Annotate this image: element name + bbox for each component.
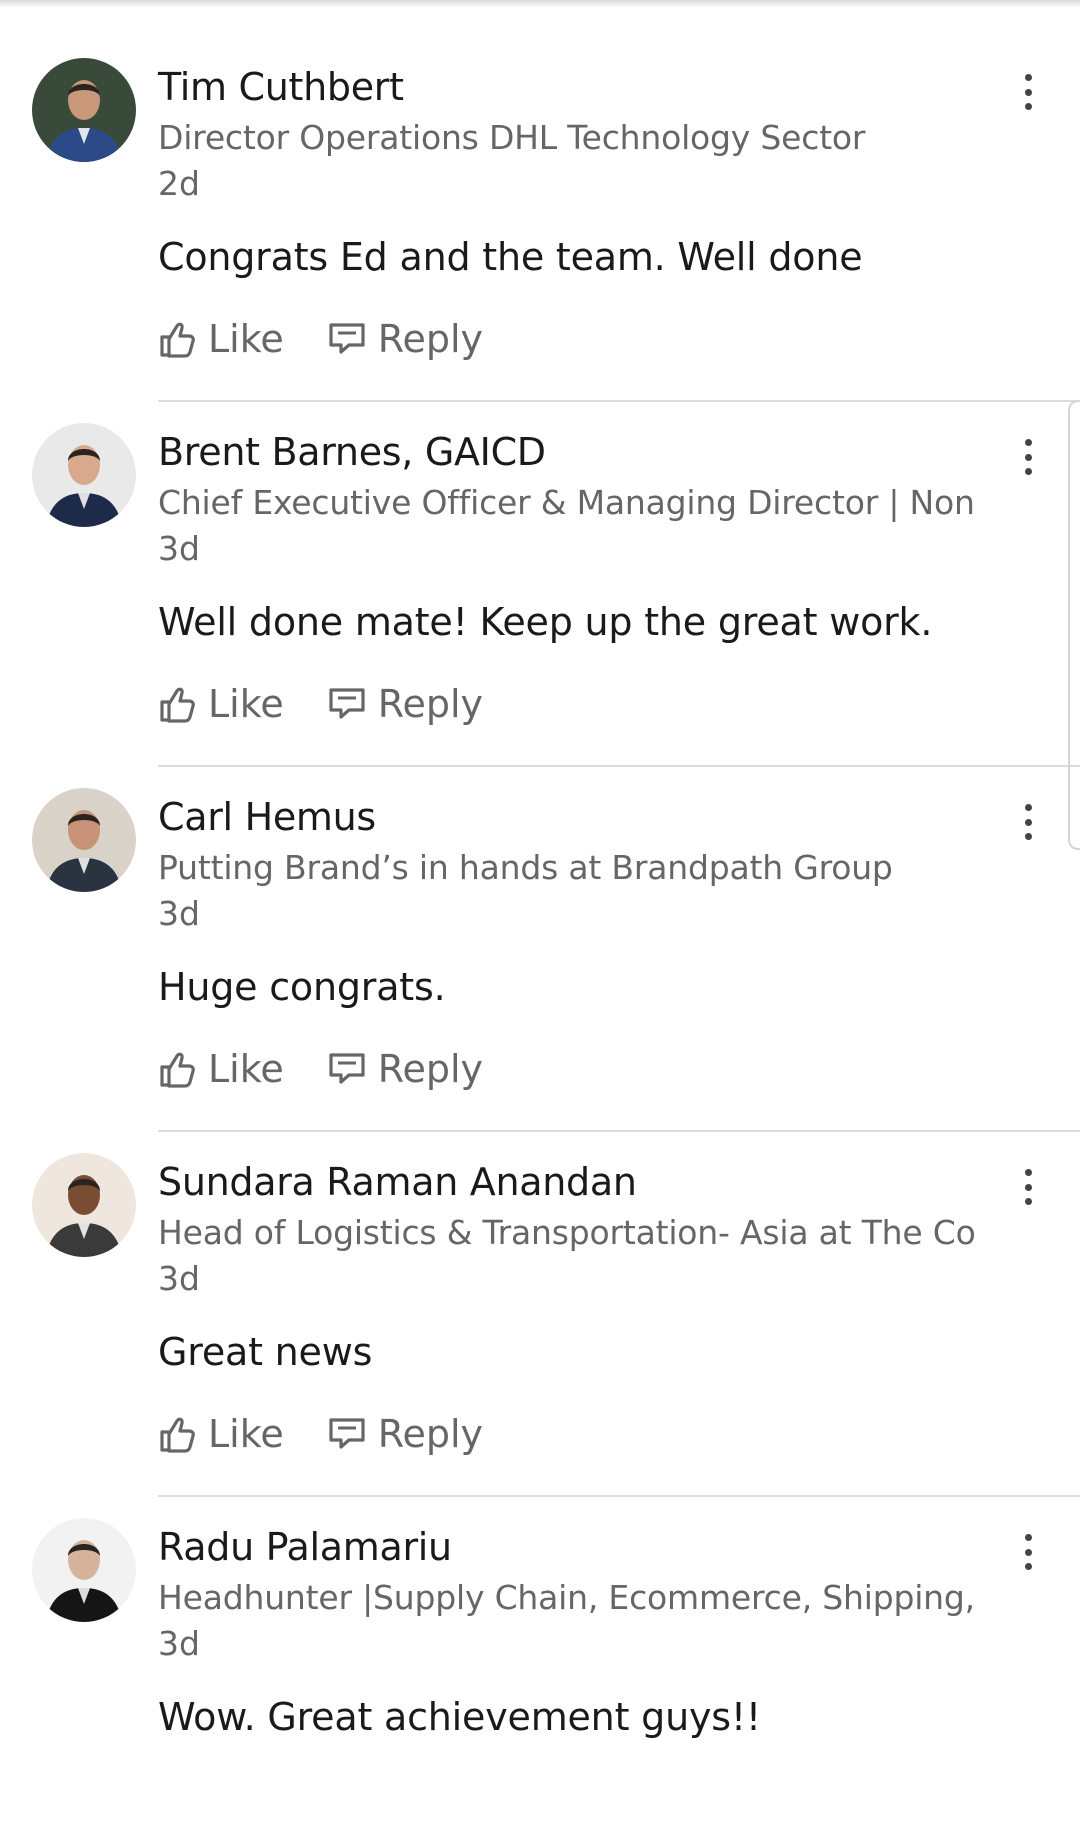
comment-item: Radu Palamariu Headhunter |Supply Chain,… [0,1460,1080,1825]
like-button[interactable]: Like [158,1412,284,1456]
more-options-button[interactable] [1010,800,1046,844]
more-options-button[interactable] [1010,435,1046,479]
comment-text: Great news [158,1330,373,1374]
commenter-headline: Chief Executive Officer & Managing Direc… [158,483,978,522]
reply-label: Reply [377,682,484,726]
avatar[interactable] [32,1153,136,1257]
like-button[interactable]: Like [158,317,284,361]
avatar-image [32,423,136,527]
comment-item: Carl Hemus Putting Brand’s in hands at B… [0,730,1080,1132]
reply-button[interactable]: Reply [328,682,483,726]
comment-item: Sundara Raman Anandan Head of Logistics … [0,1095,1080,1497]
reply-label: Reply [377,317,484,361]
more-options-button[interactable] [1010,70,1046,114]
comment-timestamp: 3d [158,894,200,933]
comment-item: Brent Barnes, GAICD Chief Executive Offi… [0,365,1080,767]
thumbs-up-icon [160,322,195,358]
reply-button[interactable]: Reply [328,317,483,361]
reply-label: Reply [377,1412,484,1456]
avatar-image [32,58,136,162]
comment-text: Huge congrats. [158,965,446,1009]
reply-label: Reply [377,1047,484,1091]
like-label: Like [208,317,284,361]
avatar[interactable] [32,1518,136,1622]
thumbs-up-icon [160,1052,195,1088]
comment-item: Tim Cuthbert Director Operations DHL Tec… [0,0,1080,402]
commenter-name[interactable]: Brent Barnes, GAICD [158,430,546,474]
more-vertical-icon [1024,804,1032,811]
avatar-image [32,788,136,892]
more-vertical-icon [1024,74,1032,81]
comment-timestamp: 3d [158,1259,200,1298]
commenter-headline: Head of Logistics & Transportation- Asia… [158,1213,978,1252]
commenter-name[interactable]: Sundara Raman Anandan [158,1160,637,1204]
comment-actions: Like Reply [158,1046,527,1092]
more-options-button[interactable] [1010,1530,1046,1574]
commenter-name[interactable]: Carl Hemus [158,795,376,839]
commenter-headline: Headhunter |Supply Chain, Ecommerce, Shi… [158,1578,978,1617]
comment-timestamp: 2d [158,164,200,203]
commenter-headline: Director Operations DHL Technology Secto… [158,118,866,157]
avatar[interactable] [32,788,136,892]
reply-speech-bubble-icon [329,323,365,354]
more-vertical-icon [1024,1534,1032,1541]
commenter-name[interactable]: Radu Palamariu [158,1525,452,1569]
avatar[interactable] [32,423,136,527]
like-button[interactable]: Like [158,1047,284,1091]
commenter-headline: Putting Brand’s in hands at Brandpath Gr… [158,848,893,887]
more-vertical-icon [1024,439,1032,446]
avatar-image [32,1518,136,1622]
comment-actions: Like Reply [158,681,527,727]
more-options-button[interactable] [1010,1165,1046,1209]
scrollbar[interactable] [1068,400,1080,850]
avatar[interactable] [32,58,136,162]
comment-timestamp: 3d [158,1624,200,1663]
like-label: Like [208,1412,284,1456]
comment-actions: Like Reply [158,316,527,362]
reply-speech-bubble-icon [329,1053,365,1084]
like-label: Like [208,682,284,726]
reply-button[interactable]: Reply [328,1047,483,1091]
like-button[interactable]: Like [158,682,284,726]
comment-text: Congrats Ed and the team. Well done [158,235,863,279]
thumbs-up-icon [160,687,195,723]
avatar-image [32,1153,136,1257]
reply-button[interactable]: Reply [328,1412,483,1456]
comment-timestamp: 3d [158,529,200,568]
like-label: Like [208,1047,284,1091]
thumbs-up-icon [160,1417,195,1453]
reply-speech-bubble-icon [329,1418,365,1449]
commenter-name[interactable]: Tim Cuthbert [158,65,404,109]
comment-actions: Like Reply [158,1411,527,1457]
reply-speech-bubble-icon [329,688,365,719]
comment-text: Wow. Great achievement guys!! [158,1695,761,1739]
comment-text: Well done mate! Keep up the great work. [158,600,933,644]
more-vertical-icon [1024,1169,1032,1176]
